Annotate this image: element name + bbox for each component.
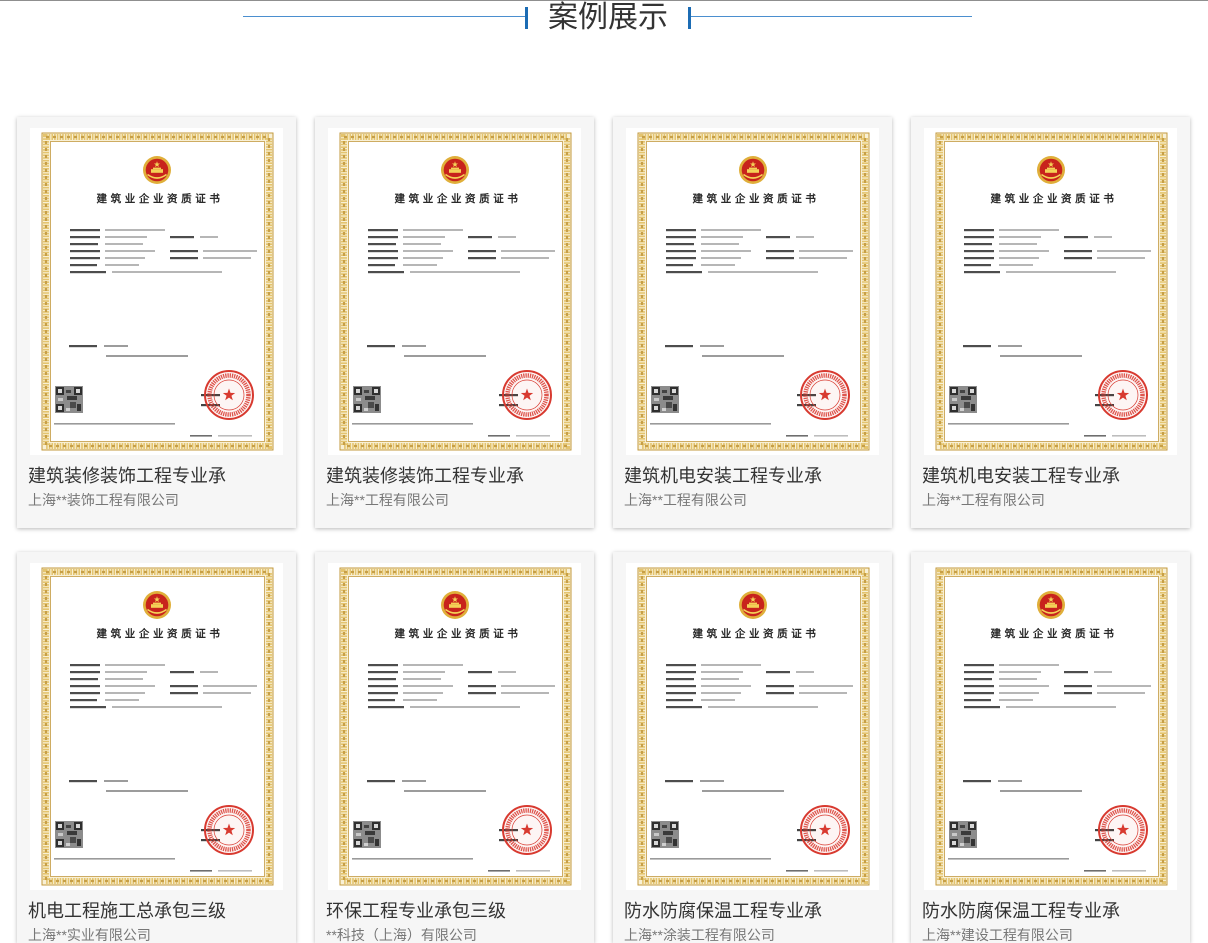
certificate-title: 建筑业企业资质证书: [96, 627, 224, 640]
qr-code-icon: [651, 821, 679, 848]
certificate-illustration: 建筑业企业资质证书: [935, 567, 1168, 886]
case-title[interactable]: 机电工程施工总承包三级: [28, 901, 290, 921]
official-seal-icon: [800, 805, 850, 855]
case-title[interactable]: 建筑装修装饰工程专业承: [28, 466, 290, 486]
official-seal-icon: [204, 370, 254, 420]
qr-code-icon: [651, 386, 679, 413]
certificate-illustration: 建筑业企业资质证书: [935, 132, 1168, 451]
national-emblem-icon: [441, 156, 469, 184]
qr-code-icon: [55, 821, 83, 848]
certificate-illustration: 建筑业企业资质证书: [339, 567, 572, 886]
case-card[interactable]: 建筑业企业资质证书: [911, 552, 1190, 943]
header-accent-bar-right: [688, 7, 691, 29]
case-company: **科技（上海）有限公司: [326, 928, 477, 943]
case-company: 上海**实业有限公司: [28, 928, 151, 943]
case-card[interactable]: 建筑业企业资质证书: [911, 117, 1190, 528]
case-certificate-image[interactable]: 建筑业企业资质证书: [30, 128, 283, 455]
case-company: 上海**工程有限公司: [624, 493, 747, 508]
case-card[interactable]: 建筑业企业资质证书: [613, 552, 892, 943]
official-seal-icon: [204, 805, 254, 855]
official-seal-icon: [502, 805, 552, 855]
certificate-illustration: 建筑业企业资质证书: [41, 567, 274, 886]
case-certificate-image[interactable]: 建筑业企业资质证书: [328, 128, 581, 455]
case-company: 上海**工程有限公司: [326, 493, 449, 508]
case-certificate-image[interactable]: 建筑业企业资质证书: [626, 563, 879, 890]
qr-code-icon: [949, 386, 977, 413]
certificate-title: 建筑业企业资质证书: [990, 627, 1118, 640]
case-card[interactable]: 建筑业企业资质证书: [17, 552, 296, 943]
certificate-illustration: 建筑业企业资质证书: [339, 132, 572, 451]
qr-code-icon: [353, 821, 381, 848]
case-title[interactable]: 防水防腐保温工程专业承: [922, 901, 1184, 921]
certificate-title: 建筑业企业资质证书: [394, 627, 522, 640]
case-company: 上海**建设工程有限公司: [922, 928, 1073, 943]
case-title[interactable]: 建筑机电安装工程专业承: [922, 466, 1184, 486]
page: 案例展示 建筑业企业资质证书 建筑装修装饰工程专业承 上海**装饰工程有限公司 …: [0, 0, 1208, 943]
case-certificate-image[interactable]: 建筑业企业资质证书: [924, 563, 1177, 890]
case-card[interactable]: 建筑业企业资质证书: [613, 117, 892, 528]
certificate-illustration: 建筑业企业资质证书: [637, 567, 870, 886]
certificate-title: 建筑业企业资质证书: [96, 192, 224, 205]
qr-code-icon: [353, 386, 381, 413]
certificate-title: 建筑业企业资质证书: [692, 627, 820, 640]
case-card[interactable]: 建筑业企业资质证书: [315, 117, 594, 528]
header-line-right: [691, 16, 972, 17]
official-seal-icon: [502, 370, 552, 420]
case-company: 上海**工程有限公司: [922, 493, 1045, 508]
national-emblem-icon: [739, 156, 767, 184]
certificate-title: 建筑业企业资质证书: [394, 192, 522, 205]
case-grid: 建筑业企业资质证书 建筑装修装饰工程专业承 上海**装饰工程有限公司 建筑业企业…: [17, 117, 1190, 943]
case-company: 上海**装饰工程有限公司: [28, 493, 179, 508]
national-emblem-icon: [143, 591, 171, 619]
official-seal-icon: [800, 370, 850, 420]
case-card[interactable]: 建筑业企业资质证书: [17, 117, 296, 528]
official-seal-icon: [1098, 805, 1148, 855]
case-certificate-image[interactable]: 建筑业企业资质证书: [328, 563, 581, 890]
section-title: 案例展示: [548, 1, 668, 34]
certificate-illustration: 建筑业企业资质证书: [637, 132, 870, 451]
national-emblem-icon: [739, 591, 767, 619]
case-certificate-image[interactable]: 建筑业企业资质证书: [30, 563, 283, 890]
case-title[interactable]: 防水防腐保温工程专业承: [624, 901, 886, 921]
qr-code-icon: [55, 386, 83, 413]
case-certificate-image[interactable]: 建筑业企业资质证书: [924, 128, 1177, 455]
case-certificate-image[interactable]: 建筑业企业资质证书: [626, 128, 879, 455]
header-line-left: [243, 16, 525, 17]
case-title[interactable]: 建筑机电安装工程专业承: [624, 466, 886, 486]
case-card[interactable]: 建筑业企业资质证书: [315, 552, 594, 943]
official-seal-icon: [1098, 370, 1148, 420]
national-emblem-icon: [1037, 156, 1065, 184]
certificate-title: 建筑业企业资质证书: [692, 192, 820, 205]
certificate-illustration: 建筑业企业资质证书: [41, 132, 274, 451]
certificate-title: 建筑业企业资质证书: [990, 192, 1118, 205]
national-emblem-icon: [143, 156, 171, 184]
qr-code-icon: [949, 821, 977, 848]
case-company: 上海**涂装工程有限公司: [624, 928, 775, 943]
case-title[interactable]: 建筑装修装饰工程专业承: [326, 466, 588, 486]
case-title[interactable]: 环保工程专业承包三级: [326, 901, 588, 921]
national-emblem-icon: [441, 591, 469, 619]
national-emblem-icon: [1037, 591, 1065, 619]
